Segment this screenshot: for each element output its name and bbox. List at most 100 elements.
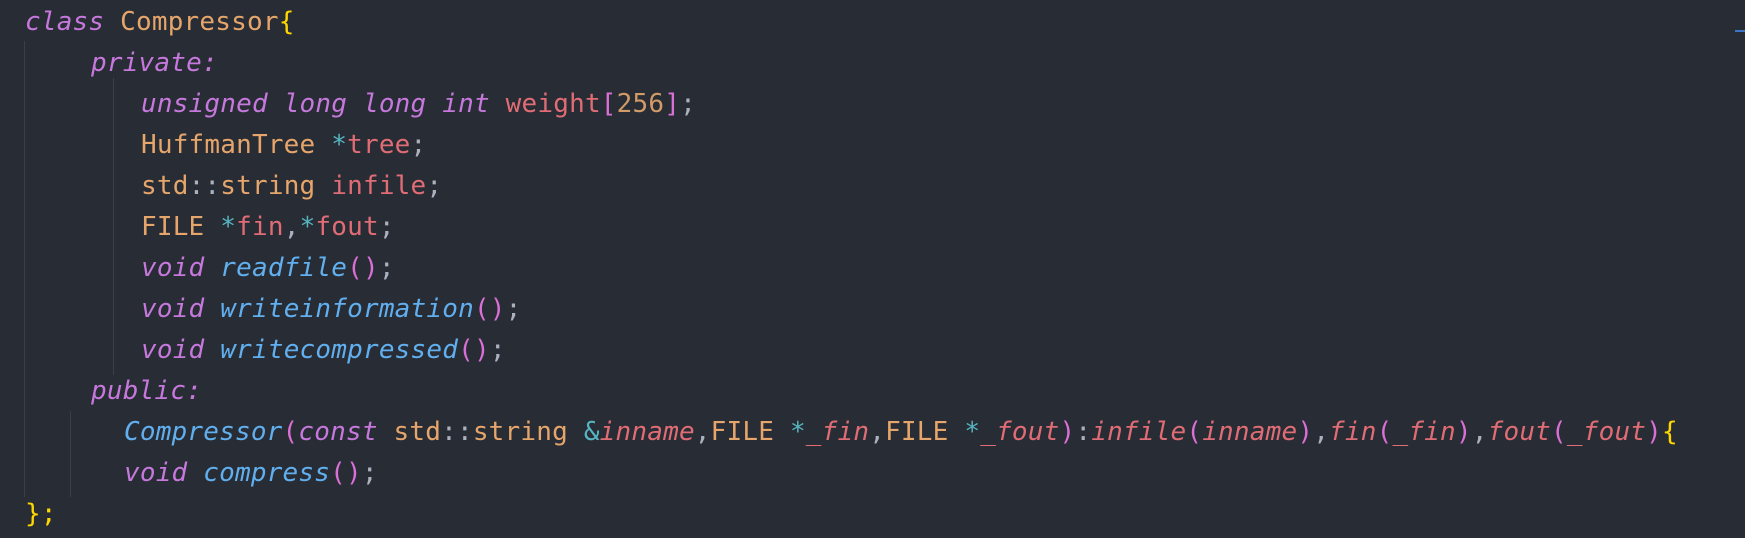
indent-guide — [70, 411, 71, 497]
code-token: private: — [91, 48, 218, 78]
code-token: : — [1075, 417, 1092, 447]
code-token: inname — [599, 417, 695, 447]
code-line[interactable]: private: — [91, 43, 218, 84]
code-token: , — [869, 417, 886, 447]
indent-guide — [113, 78, 114, 375]
code-token: void — [141, 253, 205, 283]
code-token: readfile — [220, 253, 348, 283]
code-line[interactable]: void readfile(); — [141, 248, 395, 289]
code-line[interactable]: }; — [25, 494, 57, 535]
code-token: * — [299, 212, 316, 242]
code-token: { — [1662, 417, 1678, 447]
code-token: ) — [1297, 417, 1314, 447]
code-token: ( — [1551, 417, 1567, 447]
code-token: 256 — [616, 89, 665, 119]
code-token: const — [298, 417, 378, 447]
code-token: ; — [378, 253, 395, 283]
code-token: fin — [1329, 417, 1377, 447]
code-token: fin — [236, 212, 284, 242]
code-token: writeinformation — [220, 294, 474, 324]
code-token: , — [694, 417, 711, 447]
code-token: :: — [441, 417, 473, 447]
code-token: string — [472, 417, 568, 447]
code-token: ( — [282, 417, 299, 447]
code-token: ) — [1455, 417, 1472, 447]
code-token: _fin — [1392, 417, 1456, 447]
code-token: writecompressed — [220, 335, 459, 365]
code-token: , — [283, 212, 300, 242]
code-token: Compressor — [120, 7, 279, 37]
code-token: [ — [600, 89, 617, 119]
code-token: string — [220, 171, 316, 201]
code-line[interactable]: HuffmanTree *tree; — [141, 125, 426, 166]
code-token: ) — [1646, 417, 1663, 447]
code-token: () — [330, 458, 362, 488]
code-token: * — [789, 417, 806, 447]
code-token: inname — [1202, 417, 1298, 447]
code-token: ; — [426, 171, 443, 201]
code-token: FILE — [710, 417, 775, 447]
code-token: FILE — [885, 417, 949, 447]
code-token: tree — [347, 130, 411, 160]
code-line[interactable]: void compress(); — [124, 453, 378, 494]
code-token: fout — [315, 212, 379, 242]
code-token: ; — [505, 294, 522, 324]
code-token: ) — [1059, 417, 1076, 447]
code-token: fout — [1487, 417, 1552, 447]
code-token: }; — [25, 499, 57, 529]
code-token: _fout — [1566, 417, 1647, 447]
code-token: ; — [489, 335, 506, 365]
code-token: std — [141, 171, 189, 201]
code-line[interactable]: FILE *fin,*fout; — [141, 207, 395, 248]
code-token: HuffmanTree — [141, 130, 316, 160]
indent-guide — [24, 41, 25, 497]
code-token: * — [220, 212, 237, 242]
code-token: ( — [1376, 417, 1393, 447]
code-token: infile — [1091, 417, 1187, 447]
code-line[interactable]: unsigned long long int weight[256]; — [141, 84, 696, 125]
code-token: ; — [361, 458, 378, 488]
code-token: public: — [91, 376, 202, 406]
code-token: infile — [331, 171, 427, 201]
code-token: ] — [664, 89, 681, 119]
code-token: void — [141, 294, 205, 324]
code-line[interactable]: std::string infile; — [141, 166, 442, 207]
code-editor[interactable]: class Compressor{ private: unsigned long… — [0, 0, 1745, 538]
code-token: compress — [203, 458, 331, 488]
code-token: { — [278, 7, 295, 37]
code-line[interactable]: class Compressor{ — [25, 2, 295, 43]
code-line[interactable]: void writecompressed(); — [141, 330, 506, 371]
code-line[interactable]: public: — [91, 371, 202, 412]
code-token: * — [964, 417, 981, 447]
code-token: _fin — [805, 417, 870, 447]
code-line[interactable]: Compressor(const std::string &inname,FIL… — [124, 412, 1678, 453]
code-token: * — [331, 130, 348, 160]
code-token: ; — [410, 130, 427, 160]
code-token: () — [347, 253, 379, 283]
code-token: unsigned — [141, 89, 268, 119]
code-line[interactable]: void writeinformation(); — [141, 289, 522, 330]
code-token: long — [283, 89, 348, 119]
overview-ruler-marker — [1735, 30, 1745, 32]
code-token: int — [442, 89, 490, 119]
code-token: () — [473, 294, 506, 324]
code-token: FILE — [141, 212, 205, 242]
code-token: & — [583, 417, 600, 447]
code-token: ; — [378, 212, 395, 242]
code-token: class — [25, 7, 105, 37]
code-token: void — [124, 458, 188, 488]
code-token: , — [1471, 417, 1488, 447]
